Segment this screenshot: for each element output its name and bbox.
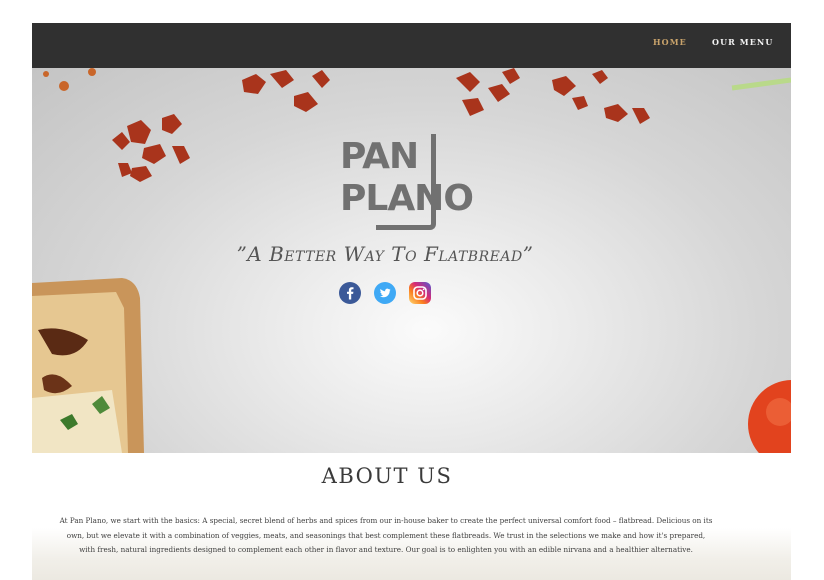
logo-frame — [376, 134, 436, 230]
hero-banner: PAN PLANO ”A Better Way To Flatbread” — [32, 68, 791, 453]
twitter-icon[interactable] — [374, 282, 396, 304]
facebook-icon[interactable] — [339, 282, 361, 304]
about-title: ABOUT US — [321, 464, 453, 488]
nav-our-menu-link[interactable]: OUR MENU — [712, 37, 773, 47]
nav-home-link[interactable]: HOME — [653, 37, 687, 47]
tagline: ”A Better Way To Flatbread” — [236, 242, 534, 266]
navbar: HOME OUR MENU — [32, 23, 791, 68]
pan-plano-logo: PAN PLANO — [336, 134, 474, 232]
instagram-icon[interactable] — [409, 282, 431, 304]
about-text: At Pan Plano, we start with the basics: … — [59, 516, 713, 555]
page: HOME OUR MENU PAN PLANO ”A Better Way To… — [32, 23, 791, 580]
